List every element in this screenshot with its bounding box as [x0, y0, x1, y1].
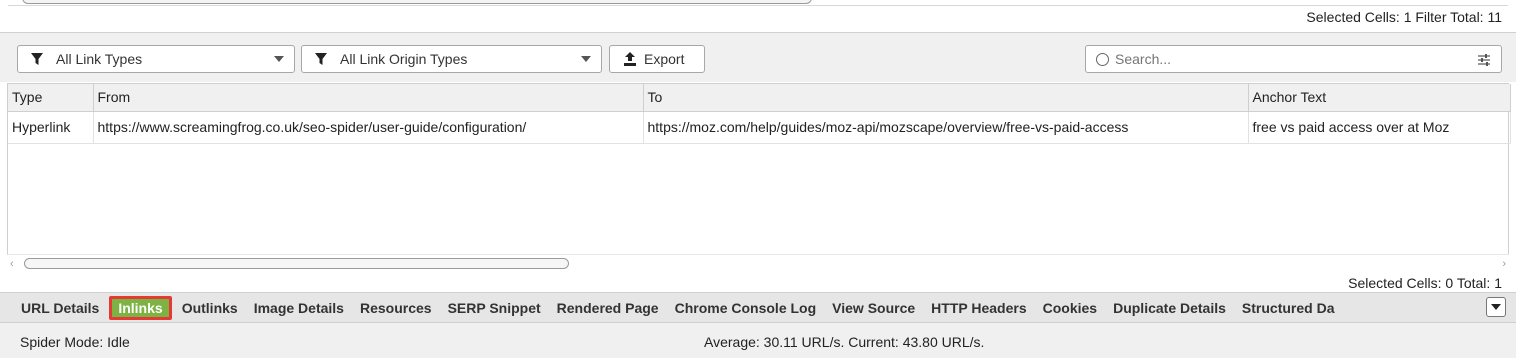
table-header-row: Type From To Anchor Text [8, 84, 1511, 112]
search-icon [1096, 52, 1109, 66]
tab-http-headers[interactable]: HTTP Headers [923, 296, 1034, 320]
column-header-type[interactable]: Type [8, 84, 94, 112]
column-header-to[interactable]: To [643, 84, 1249, 112]
sliders-icon[interactable] [1477, 53, 1491, 67]
search-input[interactable] [1115, 51, 1445, 67]
scroll-left-icon[interactable]: ‹ [10, 258, 14, 270]
link-types-label: All Link Types [56, 51, 143, 67]
tab-image-details[interactable]: Image Details [246, 296, 352, 320]
table-row[interactable]: Hyperlink https://www.screamingfrog.co.u… [8, 111, 1511, 144]
column-header-anchor-text[interactable]: Anchor Text [1248, 84, 1511, 112]
tab-duplicate-details[interactable]: Duplicate Details [1105, 296, 1234, 320]
export-button[interactable]: Export [609, 45, 705, 73]
funnel-icon [315, 53, 327, 65]
upload-icon [624, 52, 636, 66]
search-box[interactable] [1085, 45, 1502, 73]
scroll-right-icon[interactable]: › [1502, 258, 1506, 270]
lower-panel-toolbar: All Link Types All Link Origin Types Exp… [0, 32, 1516, 82]
tab-url-details[interactable]: URL Details [13, 296, 107, 320]
upper-panel-remnant: Selected Cells: 1 Filter Total: 11 [0, 0, 1516, 30]
lower-selection-status: Selected Cells: 0 Total: 1 [1348, 275, 1502, 291]
cell-anchor-text[interactable]: free vs paid access over at Moz [1248, 111, 1511, 144]
tab-rendered-page[interactable]: Rendered Page [549, 296, 667, 320]
table-horizontal-scrollbar[interactable]: ‹ › [7, 254, 1509, 272]
more-tabs-button[interactable] [1486, 297, 1506, 317]
link-types-dropdown[interactable]: All Link Types [17, 45, 295, 73]
link-origin-types-dropdown[interactable]: All Link Origin Types [301, 45, 602, 73]
spider-mode-status: Spider Mode: Idle [20, 334, 130, 350]
chevron-down-icon [274, 56, 284, 62]
tab-cookies[interactable]: Cookies [1035, 296, 1105, 320]
funnel-icon [31, 53, 43, 65]
crawl-rate-status: Average: 30.11 URL/s. Current: 43.80 URL… [704, 334, 985, 350]
table-scrollbar-thumb[interactable] [24, 258, 569, 269]
column-header-from[interactable]: From [93, 84, 644, 112]
tab-serp-snippet[interactable]: SERP Snippet [440, 296, 549, 320]
status-bar: Spider Mode: Idle Average: 30.11 URL/s. … [0, 322, 1516, 358]
inlinks-table: Type From To Anchor Text Hyperlink https… [7, 83, 1511, 271]
link-origin-types-label: All Link Origin Types [340, 51, 468, 67]
detail-tab-bar: URL Details Inlinks Outlinks Image Detai… [0, 292, 1516, 322]
tab-structured-data[interactable]: Structured Da [1234, 296, 1343, 320]
tab-outlinks[interactable]: Outlinks [174, 296, 246, 320]
cell-type[interactable]: Hyperlink [8, 111, 94, 144]
chevron-down-icon [1491, 304, 1501, 310]
cell-to[interactable]: https://moz.com/help/guides/moz-api/mozs… [643, 111, 1249, 144]
upper-selection-status: Selected Cells: 1 Filter Total: 11 [1306, 9, 1502, 25]
chevron-down-icon [581, 56, 591, 62]
upper-scrollbar-thumb[interactable] [22, 0, 812, 4]
tab-inlinks[interactable]: Inlinks [109, 295, 172, 320]
tab-chrome-console-log[interactable]: Chrome Console Log [667, 296, 825, 320]
tab-resources[interactable]: Resources [352, 296, 440, 320]
tab-view-source[interactable]: View Source [824, 296, 923, 320]
export-label: Export [644, 51, 685, 67]
cell-from[interactable]: https://www.screamingfrog.co.uk/seo-spid… [93, 111, 644, 144]
upper-horizontal-scrollbar[interactable] [8, 0, 1508, 6]
